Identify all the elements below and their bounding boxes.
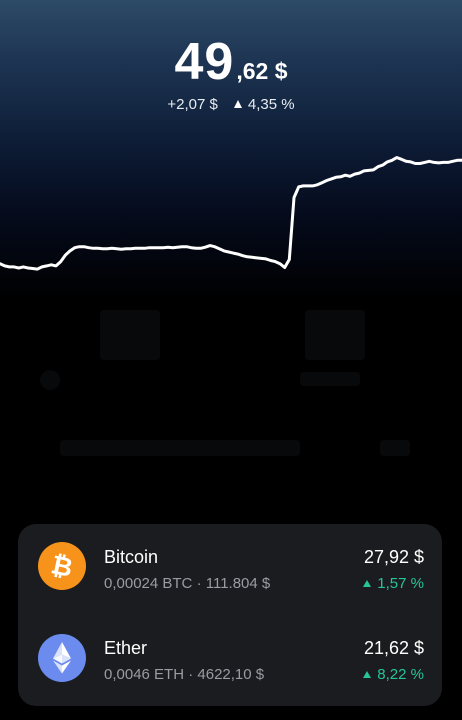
- change-percent-group: 4,35 %: [233, 96, 295, 113]
- portfolio-balance: 49,62 $: [0, 32, 462, 92]
- change-absolute: +2,07 $: [167, 96, 218, 113]
- asset-change: 8,22 %: [363, 666, 424, 683]
- chart-series-line: [0, 156, 462, 271]
- separator-dot: ·: [188, 666, 194, 683]
- triangle-up-icon: [363, 580, 372, 587]
- asset-value: 27,92 $: [363, 547, 424, 567]
- balance-integer: 49: [174, 33, 235, 91]
- portfolio-change: +2,07 $ 4,35 %: [0, 96, 462, 113]
- triangle-up-icon: [233, 100, 242, 108]
- asset-row-bitcoin[interactable]: ₿ Bitcoin 0,00024 BTC · 111.804 $ 27,92 …: [18, 524, 442, 614]
- portfolio-screen: 49,62 $ +2,07 $ 4,35 % ₿ Bitcoin 0,00024 …: [0, 0, 462, 720]
- asset-holding: 0,00024 BTC: [104, 575, 193, 592]
- background-ghost-content: [0, 300, 462, 520]
- asset-holding-line: 0,00024 BTC · 111.804 $: [104, 575, 270, 592]
- asset-holding-line: 0,0046 ETH · 4622,10 $: [104, 666, 264, 683]
- asset-list-card: ₿ Bitcoin 0,00024 BTC · 111.804 $ 27,92 …: [18, 524, 442, 706]
- asset-change-value: 1,57 %: [377, 575, 424, 592]
- svg-text:₿: ₿: [48, 550, 75, 584]
- asset-value: 21,62 $: [363, 638, 424, 658]
- asset-name: Bitcoin: [104, 547, 159, 567]
- asset-change-value: 8,22 %: [377, 666, 424, 683]
- bitcoin-icon: ₿: [38, 542, 86, 590]
- separator-dot: ·: [196, 575, 202, 592]
- asset-holding: 0,0046 ETH: [104, 666, 185, 683]
- asset-name: Ether: [104, 638, 148, 658]
- asset-price: 4622,10 $: [197, 666, 265, 683]
- balance-decimal: ,62 $: [236, 58, 288, 84]
- asset-price: 111.804 $: [205, 575, 271, 592]
- ethereum-icon: [38, 634, 86, 682]
- balance-chart[interactable]: [0, 140, 462, 300]
- change-percent: 4,35 %: [247, 96, 295, 113]
- asset-change: 1,57 %: [363, 575, 424, 592]
- triangle-up-icon: [363, 671, 372, 678]
- asset-row-ether[interactable]: Ether 0,0046 ETH · 4622,10 $ 21,62 $ 8,2…: [18, 614, 442, 704]
